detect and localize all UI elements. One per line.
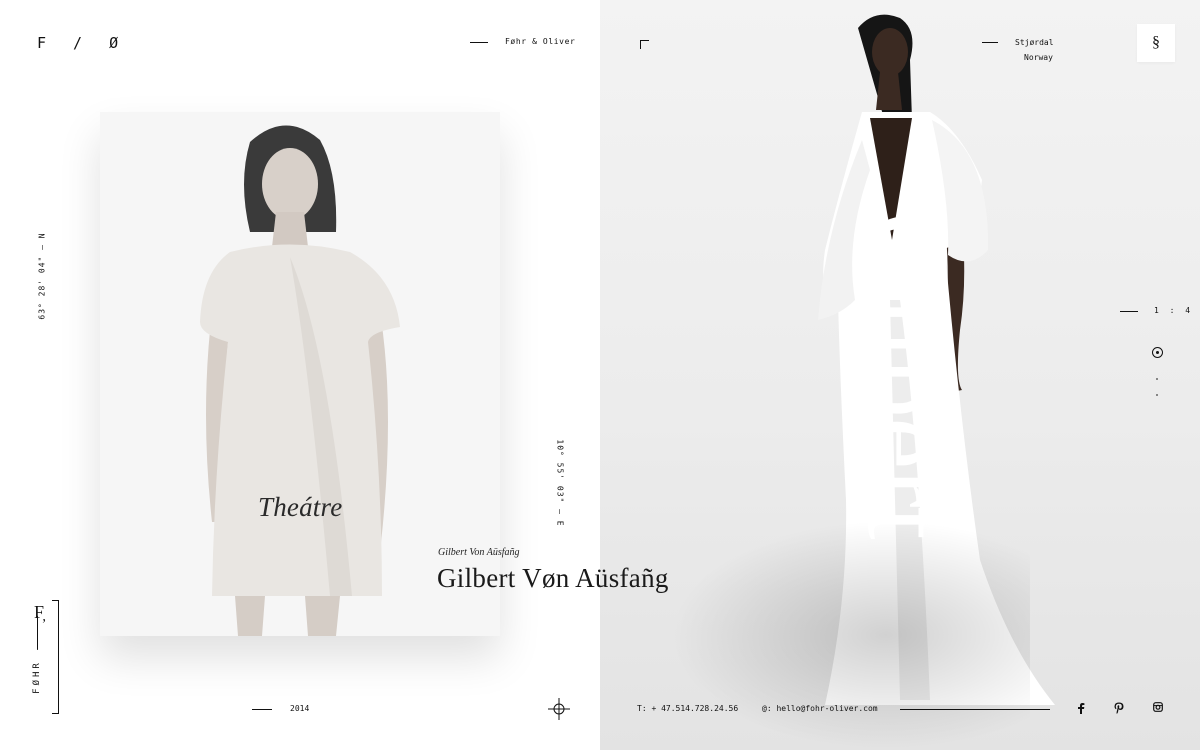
- section-sign-icon: §: [1152, 34, 1160, 51]
- instagram-icon[interactable]: [1153, 702, 1163, 712]
- facebook-icon[interactable]: [1077, 702, 1085, 714]
- corner-mark: [640, 40, 649, 49]
- slide-dot[interactable]: [1156, 378, 1158, 380]
- coordinate-north: 63° 28' 04" — N: [37, 232, 47, 320]
- menu-button[interactable]: §: [1137, 24, 1175, 62]
- hero-word: Gilbert: [843, 211, 974, 539]
- floor-shadow: [670, 520, 1030, 750]
- photo-caption: Theátre: [258, 492, 343, 522]
- location-divider: [982, 42, 998, 43]
- crosshair-icon: [548, 698, 570, 720]
- coordinate-east: 10° 55' 03" — E: [555, 439, 565, 527]
- brand-divider: [470, 42, 488, 43]
- vertical-brand: FØHR: [32, 616, 42, 694]
- footer-divider: [900, 709, 1050, 710]
- collection-subtitle: Gilbert Von Aüsfañg: [438, 547, 520, 558]
- counter-divider: [1120, 311, 1138, 312]
- brand-name[interactable]: Føhr & Oliver: [505, 37, 575, 46]
- slide-counter: 1 : 4: [1154, 306, 1194, 315]
- year-label: 2014: [290, 704, 310, 713]
- pinterest-icon[interactable]: [1114, 702, 1124, 714]
- location-city: Stjørdal: [1015, 38, 1054, 47]
- location-country: Norway: [1024, 53, 1053, 62]
- year-divider: [252, 709, 272, 710]
- vertical-brand-text: FØHR: [32, 660, 42, 694]
- slide-dot[interactable]: [1156, 394, 1158, 396]
- vertical-brand-dash: [36, 616, 38, 651]
- contact-email[interactable]: @: hello@fohr-oliver.com: [762, 704, 878, 713]
- slide-dot-active[interactable]: [1152, 347, 1163, 358]
- collection-title[interactable]: Gilbert Vøn Aüsfañg: [437, 563, 669, 594]
- logo[interactable]: F / Ø: [37, 34, 127, 52]
- brand-bracket: [52, 600, 59, 714]
- contact-phone[interactable]: T: + 47.514.728.24.56: [637, 704, 738, 713]
